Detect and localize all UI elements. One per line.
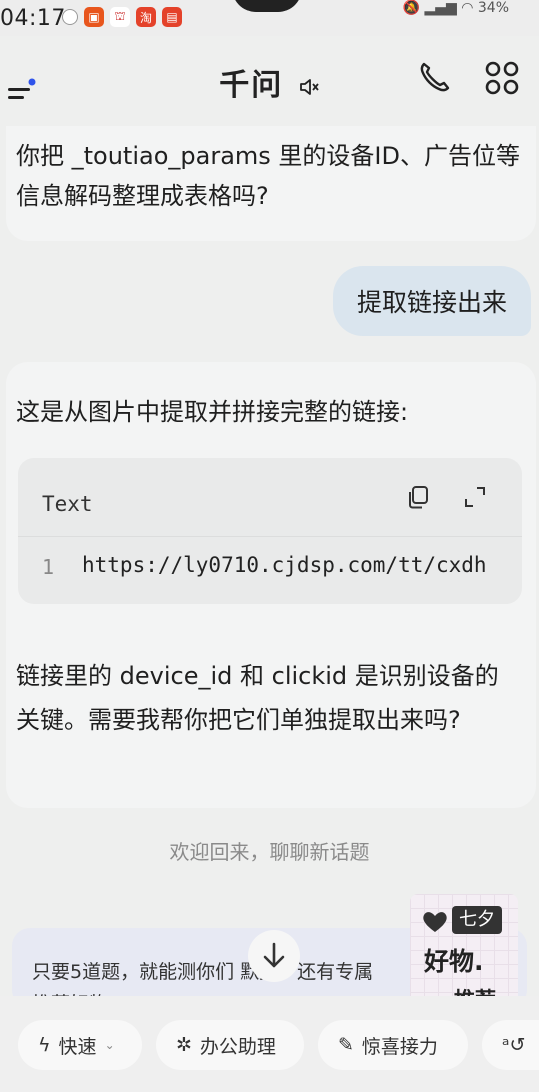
assistant-message-text: 你把 _toutiao_params 里的设备ID、广告位等信息解码整理成表格吗…: [16, 142, 520, 210]
app-title-text: 千问: [219, 68, 284, 103]
phone-icon[interactable]: [414, 58, 454, 98]
scroll-down-button[interactable]: [248, 930, 300, 982]
taobao-icon: 淘: [136, 7, 156, 27]
bank-icon: ⛫: [110, 7, 130, 27]
grid-icon[interactable]: [482, 58, 522, 98]
heart-icon: [423, 912, 447, 932]
sparkle-icon: ✲: [176, 1034, 192, 1056]
camera-notch: [232, 0, 302, 12]
assistant-message-previous: 你把 _toutiao_params 里的设备ID、广告位等信息解码整理成表格吗…: [6, 126, 536, 241]
arrow-down-icon: [263, 942, 285, 968]
expand-icon[interactable]: [460, 482, 490, 512]
app-header: 千问: [0, 36, 539, 126]
chevron-down-icon: ⌄: [104, 1038, 115, 1052]
status-time: 04:17: [0, 6, 66, 31]
chip-label: 办公助理: [199, 1035, 276, 1058]
chip-office-assistant[interactable]: ✲ 办公助理: [156, 1020, 304, 1070]
battery-level: 34%: [477, 0, 509, 16]
magic-wand-icon: ✎: [338, 1034, 354, 1056]
mute-status-icon: 🔕: [402, 0, 420, 16]
user-message-bubble[interactable]: 提取链接出来: [333, 266, 531, 336]
chip-translate[interactable]: ᵃ↺: [482, 1020, 539, 1070]
code-line-number: 1: [42, 555, 55, 579]
status-bar: 04:17 ▣ ⛫ 淘 ▤ 🔕 ▂▄▆ ◠ 34%: [0, 0, 539, 36]
badge-tag: 七夕: [452, 906, 502, 934]
status-right: 🔕 ▂▄▆ ◠ 34%: [403, 0, 509, 16]
bottom-chip-bar: ϟ 快速 ⌄ ✲ 办公助理 ✎ 惊喜接力 ᵃ↺: [0, 996, 539, 1092]
assistant-intro-text: 这是从图片中提取并拼接完整的链接:: [16, 398, 409, 426]
code-line[interactable]: https://ly0710.cjdsp.com/tt/cxdh: [82, 553, 487, 577]
signal-icon: ▂▄▆: [424, 0, 457, 16]
promo-text: 只要5道题，就能测你们 默契，还有专属推荐好物: [32, 961, 374, 996]
translate-icon: ᵃ↺: [502, 1034, 526, 1056]
speaker-mute-icon[interactable]: [298, 76, 320, 98]
assistant-message: 这是从图片中提取并拼接完整的链接: Text 1 https://ly0710.…: [6, 362, 536, 808]
status-notification-icons: ▣ ⛫ 淘 ▤: [62, 7, 182, 27]
wifi-icon: ◠: [461, 0, 474, 16]
chip-fast-mode[interactable]: ϟ 快速 ⌄: [18, 1020, 142, 1070]
chip-label: 惊喜接力: [361, 1035, 438, 1058]
badge-main-text: 好物.: [424, 947, 484, 976]
assistant-question-text: 链接里的 device_id 和 clickid 是识别设备的关键。需要我帮你把…: [16, 662, 499, 734]
code-language-label: Text: [42, 492, 93, 516]
sync-icon: [62, 9, 78, 25]
user-message-text: 提取链接出来: [356, 288, 507, 317]
copy-icon[interactable]: [404, 482, 434, 512]
welcome-hint: 欢迎回来，聊聊新话题: [169, 840, 370, 864]
app-title: 千问: [0, 60, 539, 104]
code-divider: [18, 536, 522, 537]
lightning-icon: ϟ: [38, 1034, 51, 1056]
chat-area[interactable]: 你把 _toutiao_params 里的设备ID、广告位等信息解码整理成表格吗…: [0, 126, 539, 996]
shop-icon: ▤: [162, 7, 182, 27]
promo-badge[interactable]: 七夕 好物. 推荐: [410, 894, 518, 996]
badge-sub-text: 推荐: [454, 984, 496, 996]
app-notification-icon: ▣: [84, 7, 104, 27]
code-block: Text 1 https://ly0710.cjdsp.com/tt/cxdh: [18, 458, 522, 604]
chip-surprise-relay[interactable]: ✎ 惊喜接力: [318, 1020, 468, 1070]
chip-label: 快速: [58, 1035, 97, 1058]
